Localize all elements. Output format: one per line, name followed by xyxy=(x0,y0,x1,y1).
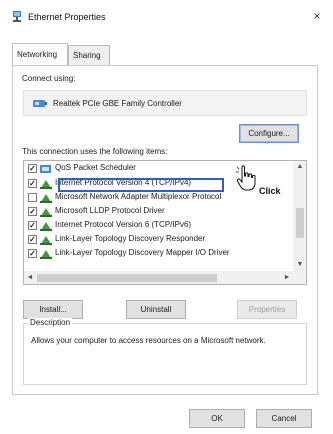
networking-panel: Connect using: Realtek PCIe GBE Family C… xyxy=(12,65,318,395)
network-card-icon xyxy=(33,100,47,107)
scroll-right-icon[interactable]: ► xyxy=(281,271,293,284)
ok-button[interactable]: OK xyxy=(189,409,245,428)
item-label: Link-Layer Topology Discovery Responder xyxy=(55,234,206,243)
scroll-left-icon[interactable]: ◄ xyxy=(24,271,36,284)
properties-button[interactable]: Properties xyxy=(237,300,297,319)
window-title: Ethernet Properties xyxy=(28,12,106,22)
tab-networking[interactable]: Networking xyxy=(12,43,68,65)
checkbox[interactable]: ✓ xyxy=(28,221,37,230)
list-item[interactable]: ✓ Microsoft LLDP Protocol Driver xyxy=(24,205,288,218)
scheduler-icon xyxy=(40,165,51,173)
selection-highlight xyxy=(58,178,224,192)
item-label: Link-Layer Topology Discovery Mapper I/O… xyxy=(55,248,230,257)
network-adapter-icon xyxy=(13,11,21,22)
tab-strip: Networking Sharing xyxy=(12,43,318,66)
vertical-scrollbar[interactable]: ▲ ▼ xyxy=(293,161,306,271)
checkbox[interactable]: ✓ xyxy=(28,164,37,173)
items-label: This connection uses the following items… xyxy=(22,147,168,156)
list-item[interactable]: ✓ Internet Protocol Version 6 (TCP/IPv6) xyxy=(24,219,288,232)
close-button[interactable]: × xyxy=(309,8,325,24)
title-bar: Ethernet Properties × xyxy=(0,0,333,34)
hand-pointer-icon xyxy=(236,165,256,191)
horizontal-scroll-thumb[interactable] xyxy=(37,274,217,282)
vertical-scroll-thumb[interactable] xyxy=(296,208,304,238)
tab-sharing[interactable]: Sharing xyxy=(68,45,110,65)
protocol-icon xyxy=(40,194,52,203)
adapter-name: Realtek PCIe GBE Family Controller xyxy=(53,99,182,108)
list-item[interactable]: Microsoft Network Adapter Multiplexor Pr… xyxy=(24,191,288,204)
protocol-icon xyxy=(40,222,52,231)
checkbox[interactable]: ✓ xyxy=(28,179,37,188)
scroll-down-icon[interactable]: ▼ xyxy=(293,259,306,271)
protocol-icon xyxy=(40,250,52,259)
configure-button[interactable]: Configure... xyxy=(239,124,299,143)
protocol-icon xyxy=(40,208,52,217)
scroll-corner xyxy=(293,271,306,284)
adapter-display: Realtek PCIe GBE Family Controller xyxy=(23,90,307,116)
protocol-icon xyxy=(40,236,52,245)
protocol-icon xyxy=(40,180,52,189)
install-button[interactable]: Install... xyxy=(23,300,83,319)
item-label: Microsoft Network Adapter Multiplexor Pr… xyxy=(55,192,222,201)
horizontal-scrollbar[interactable]: ◄ ► xyxy=(24,271,293,284)
uninstall-button[interactable]: Uninstall xyxy=(126,300,186,319)
components-list[interactable]: ✓ QoS Packet Scheduler ✓ Internet Protoc… xyxy=(23,160,307,285)
list-item[interactable]: ✓ Link-Layer Topology Discovery Responde… xyxy=(24,233,288,246)
description-legend: Description xyxy=(28,318,73,327)
checkbox[interactable]: ✓ xyxy=(28,235,37,244)
ethernet-properties-dialog: Ethernet Properties × Networking Sharing… xyxy=(0,0,333,434)
checkbox[interactable] xyxy=(28,193,37,202)
scroll-up-icon[interactable]: ▲ xyxy=(293,161,306,173)
checkbox[interactable]: ✓ xyxy=(28,207,37,216)
checkbox[interactable]: ✓ xyxy=(28,249,37,258)
list-item[interactable]: ✓ Link-Layer Topology Discovery Mapper I… xyxy=(24,247,288,260)
item-label: Internet Protocol Version 6 (TCP/IPv6) xyxy=(55,220,192,229)
cancel-button[interactable]: Cancel xyxy=(256,409,312,428)
item-label: QoS Packet Scheduler xyxy=(55,163,136,172)
description-group: Description Allows your computer to acce… xyxy=(23,318,307,385)
item-label: Microsoft LLDP Protocol Driver xyxy=(55,206,165,215)
description-text: Allows your computer to access resources… xyxy=(31,336,266,345)
click-annotation: Click xyxy=(259,186,281,196)
connect-using-label: Connect using: xyxy=(22,74,76,83)
